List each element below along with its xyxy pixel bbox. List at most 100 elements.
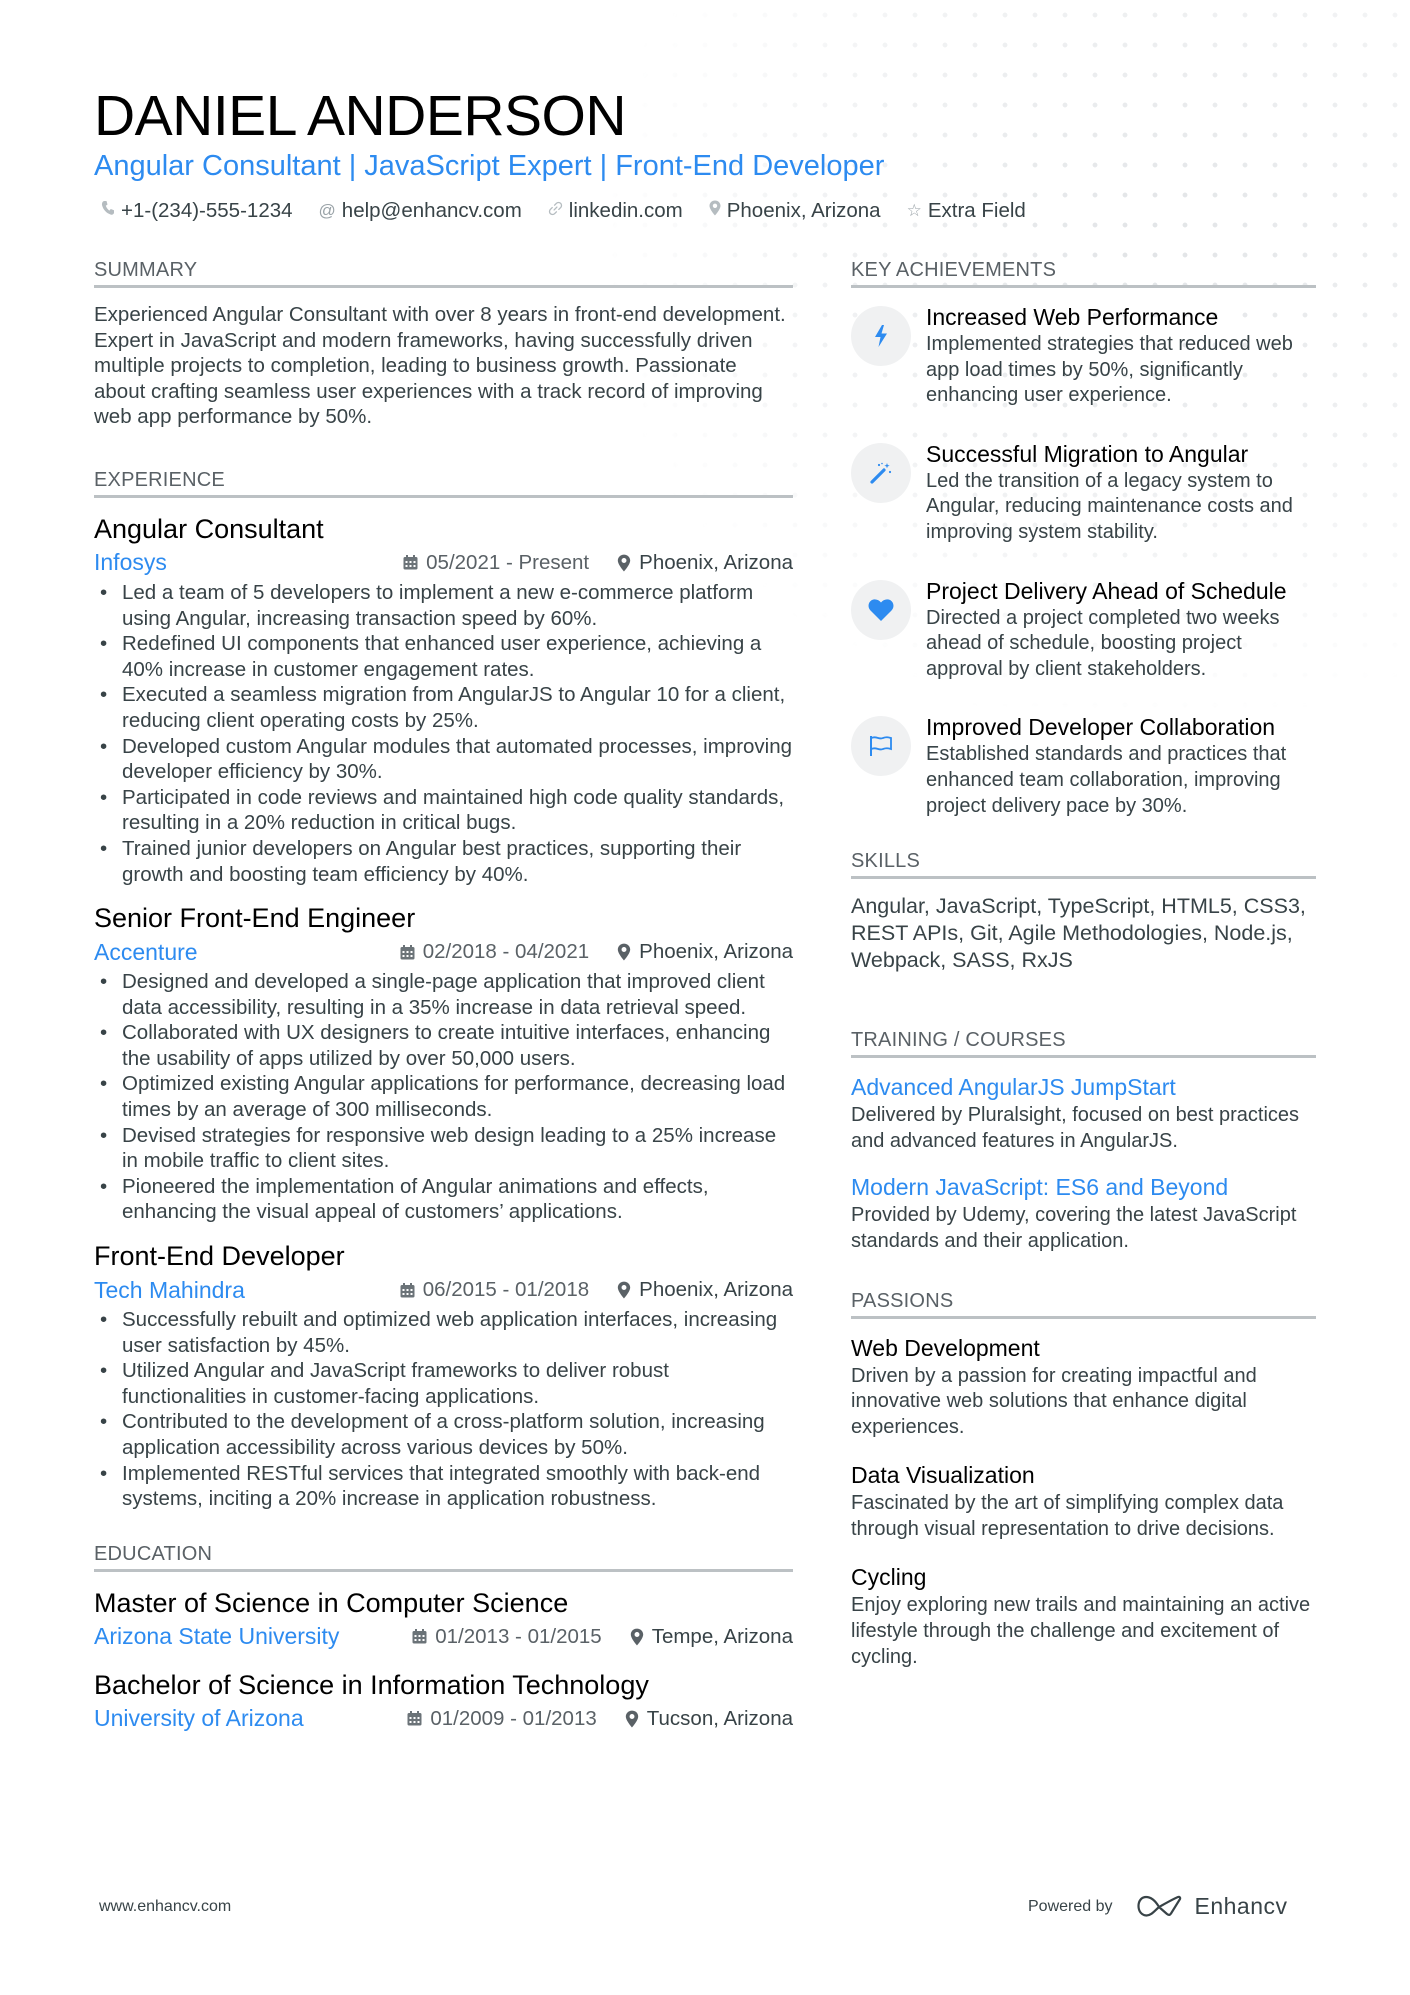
job-location: Phoenix, Arizona (617, 551, 793, 575)
location-pin-icon (617, 943, 631, 961)
contact-phone[interactable]: +1-(234)-555-1234 (101, 197, 293, 225)
training-section: TRAINING / COURSES Advanced AngularJS Ju… (851, 1028, 1316, 1254)
achievement-desc: Established standards and practices that… (926, 743, 1287, 817)
candidate-headline: Angular Consultant | JavaScript Expert |… (94, 150, 885, 182)
education-meta: University of Arizona 01/2009 - 01/2013 … (94, 1702, 793, 1736)
enhancv-logo[interactable]: Enhancv (1136, 1893, 1288, 1920)
contact-linkedin[interactable]: linkedin.com (548, 197, 683, 225)
education-dates-text: 01/2009 - 01/2013 (430, 1706, 597, 1730)
calendar-icon (407, 1711, 422, 1726)
section-title-passions: PASSIONS (851, 1289, 1316, 1319)
contact-location-text: Phoenix, Arizona (726, 199, 881, 222)
company-name[interactable]: Tech Mahindra (94, 1277, 400, 1304)
achievement-desc: Led the transition of a legacy system to… (926, 469, 1293, 543)
job-dates: 06/2015 - 01/2018 (400, 1278, 589, 1302)
achievement-title: Increased Web Performance (926, 304, 1219, 330)
left-column: SUMMARY Experienced Angular Consultant w… (94, 258, 793, 1750)
location-pin-icon (617, 1281, 631, 1299)
achievement-title: Project Delivery Ahead of Schedule (926, 577, 1287, 604)
education-item: Bachelor of Science in Information Techn… (94, 1668, 793, 1736)
job-bullet: Contributed to the development of a cros… (94, 1409, 793, 1460)
brand-name: Enhancv (1194, 1893, 1288, 1919)
company-name[interactable]: Accenture (94, 939, 400, 966)
school-name[interactable]: Arizona State University (94, 1623, 412, 1650)
calendar-icon (400, 944, 415, 960)
lightning-icon (851, 306, 911, 366)
job-title: Senior Front-End Engineer (94, 903, 416, 934)
location-pin-icon (630, 1628, 643, 1646)
job-location: Phoenix, Arizona (617, 940, 793, 964)
course-title[interactable]: Advanced AngularJS JumpStart (851, 1072, 1316, 1103)
achievement-item: Successful Migration to Angular Led the … (851, 439, 1316, 546)
right-column: KEY ACHIEVEMENTS Increased Web Performan… (851, 258, 1316, 1690)
section-title-summary: SUMMARY (94, 258, 793, 288)
contact-linkedin-text: linkedin.com (568, 199, 683, 222)
job-bullet: Executed a seamless migration from Angul… (94, 682, 793, 733)
education-dates: 01/2013 - 01/2015 (412, 1624, 602, 1649)
section-title-education: EDUCATION (94, 1542, 793, 1572)
job-bullets: Designed and developed a single-page app… (94, 969, 793, 1225)
job-bullet: Successfully rebuilt and optimized web a… (94, 1307, 793, 1358)
education-location: Tempe, Arizona (630, 1625, 793, 1649)
job-dates: 02/2018 - 04/2021 (400, 940, 589, 964)
education-item: Master of Science in Computer Science Ar… (94, 1586, 793, 1654)
job-dates-text: 06/2015 - 01/2018 (422, 1278, 590, 1302)
location-pin-icon (625, 1710, 638, 1728)
job-bullet: Led a team of 5 developers to implement … (94, 580, 793, 631)
achievement-item: Increased Web Performance Implemented st… (851, 302, 1316, 409)
candidate-name: DANIEL ANDERSON (94, 84, 627, 148)
phone-icon (101, 197, 115, 225)
job-location: Phoenix, Arizona (617, 1278, 793, 1302)
job-dates-text: 02/2018 - 04/2021 (422, 940, 590, 964)
job-bullet: Participated in code reviews and maintai… (94, 785, 793, 836)
job-meta: Accenture 02/2018 - 04/2021 Phoenix, Ari… (94, 935, 793, 969)
contact-extra-field: ☆ Extra Field (907, 197, 1026, 225)
school-name[interactable]: University of Arizona (94, 1705, 407, 1732)
calendar-icon (400, 1282, 415, 1298)
experience-item: Front-End Developer Tech Mahindra 06/201… (94, 1239, 793, 1512)
passion-desc: Fascinated by the art of simplifying com… (851, 1492, 1284, 1540)
contact-email-text: help@enhancv.com (341, 199, 522, 222)
job-bullet: Designed and developed a single-page app… (94, 969, 793, 1020)
location-pin-icon (617, 554, 631, 572)
summary-text: Experienced Angular Consultant with over… (94, 303, 786, 429)
heart-icon (851, 579, 911, 640)
location-icon (709, 197, 721, 225)
education-dates-text: 01/2013 - 01/2015 (435, 1624, 602, 1648)
passion-item: Data Visualization Fascinated by the art… (851, 1460, 1316, 1542)
footer-branding: Powered by Enhancv (1028, 1893, 1288, 1920)
passion-title: Cycling (851, 1564, 927, 1591)
enhancv-logo-icon (1136, 1895, 1181, 1917)
job-title: Angular Consultant (94, 513, 324, 544)
passion-desc: Driven by a passion for creating impactf… (851, 1364, 1257, 1438)
job-bullet: Developed custom Angular modules that au… (94, 734, 793, 785)
achievement-item: Improved Developer Collaboration Establi… (851, 712, 1316, 819)
passions-section: PASSIONS Web Development Driven by a pas… (851, 1289, 1316, 1671)
job-bullet: Pioneered the implementation of Angular … (94, 1174, 793, 1225)
education-dates: 01/2009 - 01/2013 (407, 1706, 597, 1731)
education-location-text: Tucson, Arizona (646, 1706, 793, 1730)
degree-title: Master of Science in Computer Science (94, 1587, 569, 1618)
achievement-item: Project Delivery Ahead of Schedule Direc… (851, 576, 1316, 683)
company-name[interactable]: Infosys (94, 549, 403, 576)
job-meta: Tech Mahindra 06/2015 - 01/2018 Phoenix,… (94, 1273, 793, 1307)
experience-section: EXPERIENCE Angular Consultant Infosys 05… (94, 468, 793, 1512)
job-bullets: Led a team of 5 developers to implement … (94, 580, 793, 887)
job-bullets: Successfully rebuilt and optimized web a… (94, 1307, 793, 1512)
contact-location: Phoenix, Arizona (709, 197, 881, 225)
passion-item: Web Development Driven by a passion for … (851, 1333, 1316, 1441)
contact-email[interactable]: @ help@enhancv.com (319, 197, 522, 225)
course-title[interactable]: Modern JavaScript: ES6 and Beyond (851, 1172, 1316, 1203)
education-meta: Arizona State University 01/2013 - 01/20… (94, 1620, 793, 1654)
achievement-title: Successful Migration to Angular (926, 440, 1249, 467)
passion-title: Web Development (851, 1334, 1040, 1361)
achievement-body: Successful Migration to Angular Led the … (926, 439, 1316, 546)
section-title-training: TRAINING / COURSES (851, 1028, 1316, 1059)
at-icon: @ (318, 201, 336, 220)
job-dates-text: 05/2021 - Present (426, 550, 590, 574)
education-location: Tucson, Arizona (625, 1707, 793, 1731)
achievement-desc: Implemented strategies that reduced web … (926, 333, 1293, 407)
job-title: Front-End Developer (94, 1241, 345, 1272)
footer-website-link[interactable]: www.enhancv.com (99, 1898, 231, 1916)
course-desc: Provided by Udemy, covering the latest J… (851, 1204, 1297, 1252)
